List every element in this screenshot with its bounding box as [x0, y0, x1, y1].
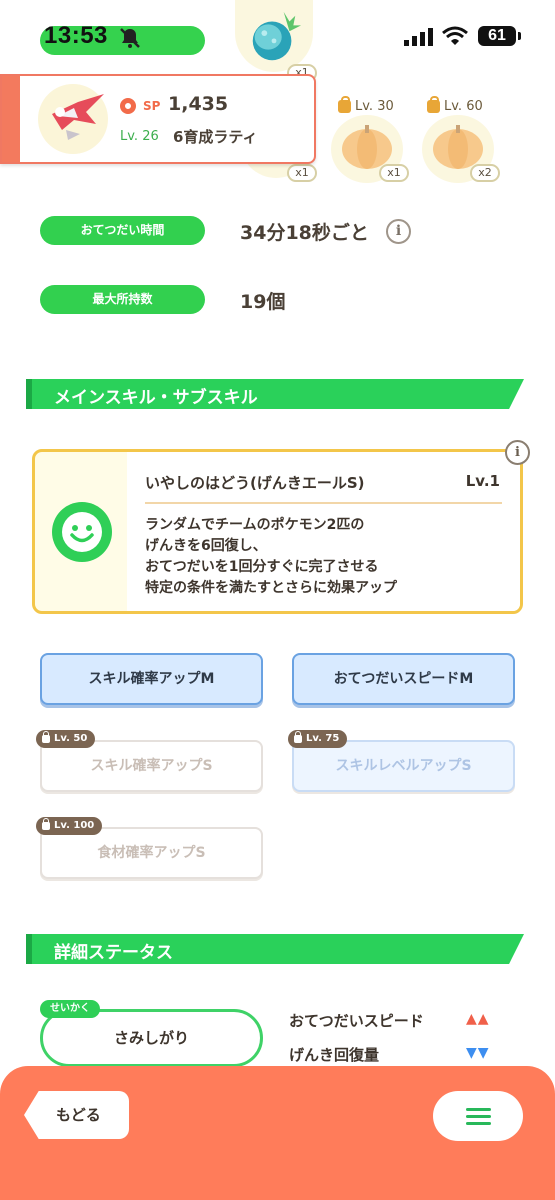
divider — [145, 502, 502, 504]
lock-icon — [338, 96, 351, 113]
pokemon-card[interactable]: SP 1,435 Lv. 26 6育成ラティ — [0, 74, 316, 164]
main-skill-desc-line: おてつだいを1回分すぐに完了させる — [145, 559, 379, 575]
main-skill-name: いやしのはどう(げんきエールS) — [145, 474, 365, 492]
ingredient-slot-3-count: x2 — [470, 164, 500, 182]
sub-skill-1-button[interactable]: スキル確率アップM — [40, 653, 263, 705]
pokeball-icon — [120, 98, 136, 114]
menu-icon — [466, 1108, 491, 1111]
skills-section-title: メインスキル・サブスキル — [54, 388, 258, 408]
lock-icon — [42, 818, 50, 830]
radish-ingredient-icon — [252, 11, 302, 61]
pokemon-level: Lv. 26 — [120, 129, 159, 144]
ingredient-main[interactable] — [235, 0, 313, 72]
ingredient-slot-2-lock: Lv. 30 — [338, 96, 394, 114]
help-time-value: 34分18秒ごと — [240, 222, 369, 244]
wifi-icon — [442, 26, 468, 45]
main-skill-card[interactable]: いやしのはどう(げんきエールS) Lv.1 ランダムでチームのポケモン2匹の げ… — [32, 449, 523, 614]
sub-skill-5-lock-tag: Lv. 100 — [36, 817, 103, 835]
lock-icon — [42, 731, 50, 743]
main-skill-desc-line: 特定の条件を満たすとさらに効果アップ — [145, 580, 397, 596]
cell-signal-icon — [404, 28, 433, 46]
status-time: 13:53 — [44, 22, 108, 49]
main-skill-info-icon[interactable]: i — [505, 440, 530, 465]
sub-skill-2-button[interactable]: おてつだいスピードM — [292, 653, 515, 705]
latias-icon — [52, 94, 104, 140]
ingredient-slot-2-count: x1 — [379, 164, 409, 182]
help-time-label: おてつだい時間 — [40, 216, 205, 245]
skills-section-header: メインスキル・サブスキル — [26, 379, 524, 409]
sub-skill-4-lock-tag: Lv. 75 — [288, 730, 348, 748]
sub-skill-3-lock-tag: Lv. 50 — [36, 730, 96, 748]
smile-icon — [52, 502, 112, 562]
nature-effect-up-label: おてつだいスピード — [289, 1012, 424, 1030]
mute-bell-icon — [120, 28, 140, 48]
pokemon-name: 6育成ラティ — [173, 128, 258, 146]
main-skill-level: Lv.1 — [465, 472, 500, 490]
nature-effect-down-label: げんき回復量 — [289, 1046, 380, 1064]
sp-value: 1,435 — [168, 93, 229, 115]
pokemon-portrait — [38, 84, 108, 154]
card-accent-strip — [2, 76, 20, 162]
ingredient-slot-3-lock: Lv. 60 — [427, 96, 483, 114]
max-carry-label: 最大所持数 — [40, 285, 205, 314]
detail-section-header: 詳細ステータス — [26, 934, 524, 964]
battery-icon: 61 — [478, 26, 521, 46]
main-skill-desc-line: ランダムでチームのポケモン2匹の — [145, 517, 365, 533]
back-button[interactable]: もどる — [24, 1091, 129, 1139]
detail-section-title: 詳細ステータス — [54, 943, 173, 963]
down-arrows-icon: ▼▼ — [466, 1045, 490, 1061]
menu-button[interactable] — [433, 1091, 523, 1141]
main-skill-desc-line: げんきを6回復し、 — [145, 538, 267, 554]
sp-label: SP — [143, 99, 161, 113]
nature-tag: せいかく — [40, 1000, 100, 1018]
up-arrows-icon: ▲▲ — [466, 1011, 490, 1027]
help-time-info-icon[interactable]: i — [386, 219, 411, 244]
lock-icon — [427, 96, 440, 113]
max-carry-value: 19個 — [240, 291, 286, 313]
lock-icon — [294, 731, 302, 743]
ingredient-slot-1-count: x1 — [287, 164, 317, 182]
